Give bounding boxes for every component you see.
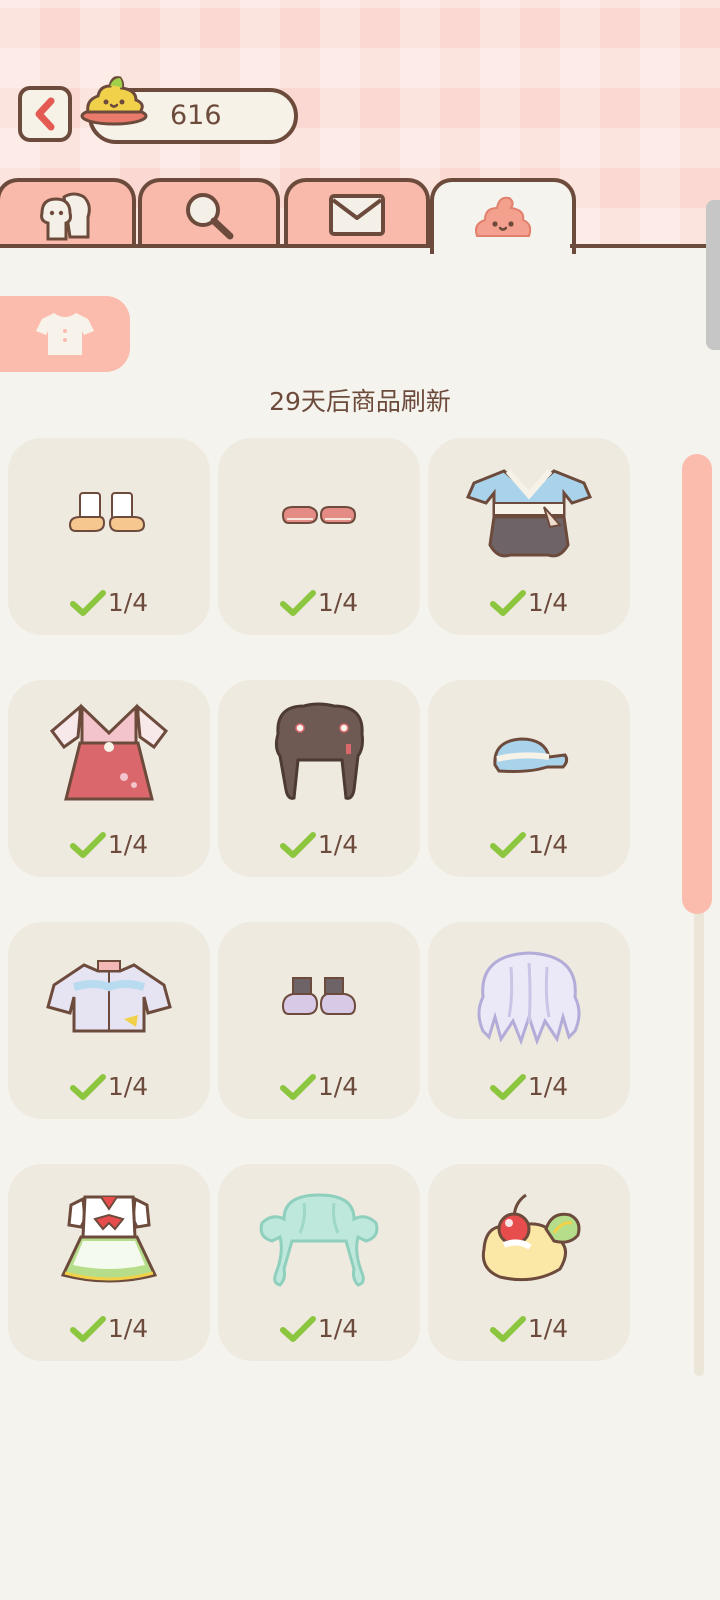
mail-icon — [329, 194, 385, 236]
pastel-jacket-icon — [46, 960, 172, 1033]
shop-item-card[interactable]: 1/4 — [428, 680, 630, 877]
shop-blob-icon — [475, 196, 532, 237]
side-drawer-handle[interactable] — [706, 200, 720, 350]
tab-baseline-gap — [434, 243, 570, 251]
item-owned-count: 1/4 — [107, 1072, 149, 1101]
item-owned-count: 1/4 — [317, 1072, 359, 1101]
check-icon — [489, 1315, 526, 1342]
mint-twintail-hair-icon — [259, 1193, 379, 1287]
check-icon — [69, 1073, 106, 1100]
chevron-left-icon — [35, 97, 55, 131]
lavender-hair-icon — [477, 951, 581, 1046]
blue-cap-icon — [493, 737, 569, 773]
back-button[interactable] — [18, 86, 72, 142]
check-icon — [69, 1315, 106, 1342]
item-owned-count: 1/4 — [317, 1314, 359, 1343]
check-icon — [279, 831, 316, 858]
tab-baseline — [0, 244, 720, 248]
check-icon — [489, 831, 526, 858]
item-owned-count: 1/4 — [317, 588, 359, 617]
category-clothes-button[interactable] — [0, 296, 130, 372]
shop-item-card[interactable]: 1/4 — [428, 438, 630, 635]
item-owned-count: 1/4 — [527, 588, 569, 617]
shop-item-card[interactable]: 1/4 — [428, 922, 630, 1119]
shop-item-card[interactable]: 1/4 — [218, 680, 420, 877]
shop-item-card[interactable]: 1/4 — [428, 1164, 630, 1361]
shop-item-card[interactable]: 1/4 — [8, 438, 210, 635]
red-shoes-icon — [281, 506, 357, 524]
blob-currency-icon — [80, 76, 148, 126]
brown-braids-hair-icon — [274, 702, 364, 800]
tab-search[interactable] — [138, 178, 280, 248]
item-owned-count: 1/4 — [527, 1072, 569, 1101]
check-icon — [69, 589, 106, 616]
shop-item-card[interactable]: 1/4 — [218, 1164, 420, 1361]
scrollbar-thumb[interactable] — [682, 454, 712, 914]
red-hanfu-dress-icon — [49, 703, 169, 801]
check-icon — [69, 831, 106, 858]
shop-item-card[interactable]: 1/4 — [8, 922, 210, 1119]
check-icon — [489, 589, 526, 616]
tab-friends[interactable] — [0, 178, 136, 248]
tab-bar — [0, 178, 720, 254]
item-owned-count: 1/4 — [527, 830, 569, 859]
shirt-icon — [36, 313, 94, 355]
check-icon — [279, 1315, 316, 1342]
check-icon — [279, 1073, 316, 1100]
item-owned-count: 1/4 — [527, 1314, 569, 1343]
item-owned-count: 1/4 — [107, 1314, 149, 1343]
tab-mail[interactable] — [284, 178, 430, 248]
shop-item-card[interactable]: 1/4 — [8, 1164, 210, 1361]
item-owned-count: 1/4 — [107, 830, 149, 859]
melon-dress-icon — [60, 1195, 158, 1283]
item-owned-count: 1/4 — [317, 830, 359, 859]
shop-item-card[interactable]: 1/4 — [8, 680, 210, 877]
socks-shoes-icon — [68, 492, 146, 532]
shop-item-card[interactable]: 1/4 — [218, 438, 420, 635]
shop-item-card[interactable]: 1/4 — [218, 922, 420, 1119]
item-owned-count: 1/4 — [107, 588, 149, 617]
currency-value: 616 — [170, 100, 222, 131]
check-icon — [489, 1073, 526, 1100]
refresh-countdown-text: 29天后商品刷新 — [269, 387, 451, 416]
friends-icon — [40, 192, 91, 241]
cherry-melon-hat-icon — [481, 1193, 581, 1282]
check-icon — [279, 589, 316, 616]
purple-sneakers-icon — [281, 977, 357, 1015]
blue-hanfu-icon — [465, 469, 593, 558]
search-icon — [186, 193, 234, 240]
